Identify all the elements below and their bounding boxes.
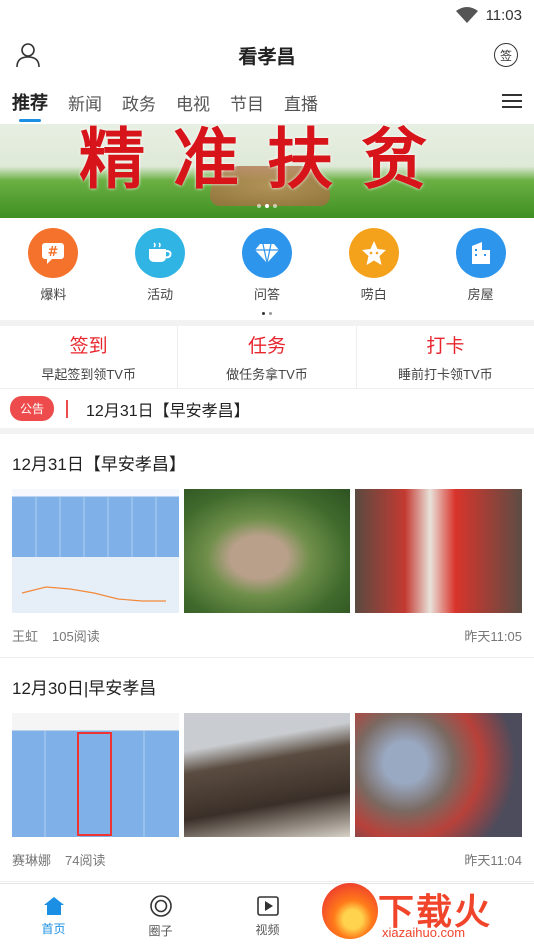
task-subtitle: 做任务拿TV币 bbox=[226, 367, 308, 382]
banner-headline: 精准扶贫 bbox=[79, 124, 455, 198]
hashtag-chat-icon: # bbox=[28, 228, 79, 278]
task-title: 打卡 bbox=[426, 336, 465, 357]
tab-video[interactable]: 视频 bbox=[214, 884, 321, 949]
shortcut-label: 房屋 bbox=[467, 287, 494, 302]
sign-in-button[interactable]: 签 bbox=[492, 41, 520, 69]
shortcut-grid: # 爆料 活动 问答 唠白 房屋 bbox=[0, 218, 534, 306]
home-icon bbox=[43, 897, 64, 915]
crowd-gathering-image bbox=[355, 713, 523, 837]
tab-home[interactable]: 首页 bbox=[0, 884, 107, 949]
shortcut-pager bbox=[0, 306, 534, 320]
status-time: 11:03 bbox=[485, 6, 522, 24]
user-profile-icon[interactable] bbox=[14, 41, 42, 69]
shortcut-activity[interactable]: 活动 bbox=[120, 228, 200, 306]
village-aerial-image bbox=[183, 489, 351, 613]
tab-label: 首页 bbox=[41, 922, 66, 936]
task-subtitle: 早起签到领TV币 bbox=[41, 367, 136, 382]
shortcut-chat[interactable]: 唠白 bbox=[334, 228, 414, 306]
list-item[interactable]: 12月30日|早安孝昌 赛琳娜 74阅读 昨天11:04 bbox=[0, 658, 534, 882]
shortcut-label: 爆料 bbox=[40, 287, 67, 302]
article-thumbnails bbox=[12, 713, 523, 837]
task-subtitle: 睡前打卡领TV币 bbox=[398, 367, 493, 382]
menu-icon[interactable] bbox=[502, 92, 522, 110]
tab-label: 视频 bbox=[255, 923, 280, 937]
shortcut-qa[interactable]: 问答 bbox=[227, 228, 307, 306]
building-icon bbox=[455, 228, 506, 278]
tab-government[interactable]: 政务 bbox=[122, 80, 156, 124]
tab-label: 圈子 bbox=[148, 924, 173, 938]
coffee-cup-icon bbox=[135, 228, 186, 278]
weather-forecast-image bbox=[12, 713, 179, 837]
article-reads: 74阅读 bbox=[65, 852, 106, 868]
status-bar: 11:03 bbox=[0, 0, 534, 30]
mushroom-farm-image bbox=[183, 713, 351, 837]
article-time: 昨天11:05 bbox=[464, 628, 522, 644]
watermark-url: xiazaihuo.com bbox=[382, 925, 466, 940]
article-title: 12月30日|早安孝昌 bbox=[12, 679, 157, 698]
shortcut-housing[interactable]: 房屋 bbox=[441, 228, 521, 306]
tab-live[interactable]: 直播 bbox=[284, 80, 318, 124]
shortcut-report[interactable]: # 爆料 bbox=[13, 228, 93, 306]
weather-forecast-image bbox=[12, 489, 179, 613]
list-item[interactable]: 12月31日【早安孝昌】 王虹 105阅读 昨天11:05 bbox=[0, 434, 534, 658]
poverty-relief-event-image bbox=[355, 489, 523, 613]
article-title: 12月31日【早安孝昌】 bbox=[12, 455, 186, 474]
announcement-bar[interactable]: 公告 12月31日【早安孝昌】 bbox=[0, 388, 534, 428]
tab-recommend[interactable]: 推荐 bbox=[12, 80, 48, 124]
divider bbox=[66, 399, 69, 418]
announcement-badge: 公告 bbox=[10, 396, 55, 421]
article-thumbnails bbox=[12, 489, 523, 613]
article-author: 王虹 bbox=[12, 628, 39, 644]
play-icon bbox=[256, 896, 279, 916]
watermark-logo: 下载火 xiazaihuo.com bbox=[316, 881, 526, 945]
announcement-text: 12月31日【早安孝昌】 bbox=[86, 402, 250, 420]
tab-tv[interactable]: 电视 bbox=[176, 80, 210, 124]
shortcut-label: 唠白 bbox=[360, 287, 387, 302]
tab-circle[interactable]: 圈子 bbox=[107, 884, 214, 949]
shortcut-label: 活动 bbox=[147, 287, 174, 302]
article-meta: 赛琳娜 74阅读 昨天11:04 bbox=[12, 837, 522, 881]
circle-icon bbox=[149, 895, 172, 917]
article-meta: 王虹 105阅读 昨天11:05 bbox=[12, 613, 522, 657]
sign-icon: 签 bbox=[494, 43, 518, 67]
tab-news[interactable]: 新闻 bbox=[68, 80, 102, 124]
article-author: 赛琳娜 bbox=[12, 852, 52, 868]
task-checkin[interactable]: 签到 早起签到领TV币 bbox=[0, 326, 179, 388]
app-bar: 看孝昌 签 bbox=[0, 30, 534, 80]
wifi-icon bbox=[455, 7, 478, 23]
article-time: 昨天11:04 bbox=[464, 852, 522, 868]
shortcut-label: 问答 bbox=[253, 287, 280, 302]
diamond-icon bbox=[241, 228, 292, 278]
page-title: 看孝昌 bbox=[238, 46, 296, 68]
star-face-icon bbox=[348, 228, 399, 278]
task-row: 签到 早起签到领TV币 任务 做任务拿TV币 打卡 睡前打卡领TV币 bbox=[0, 326, 534, 388]
tab-program[interactable]: 节目 bbox=[230, 80, 264, 124]
flame-logo-icon bbox=[322, 883, 378, 939]
task-missions[interactable]: 任务 做任务拿TV币 bbox=[178, 326, 357, 388]
category-tabs: 推荐 新闻 政务 电视 节目 直播 bbox=[0, 80, 534, 124]
article-reads: 105阅读 bbox=[52, 628, 100, 644]
banner-carousel[interactable]: 精准扶贫 bbox=[0, 124, 534, 218]
svg-text:#: # bbox=[48, 245, 59, 260]
task-title: 签到 bbox=[69, 336, 108, 357]
banner-indicator bbox=[257, 204, 277, 208]
task-punch[interactable]: 打卡 睡前打卡领TV币 bbox=[357, 326, 534, 388]
task-title: 任务 bbox=[247, 336, 286, 357]
bottom-tab-bar: 首页 圈子 视频 下载火 xiazaihuo.com bbox=[0, 883, 534, 949]
